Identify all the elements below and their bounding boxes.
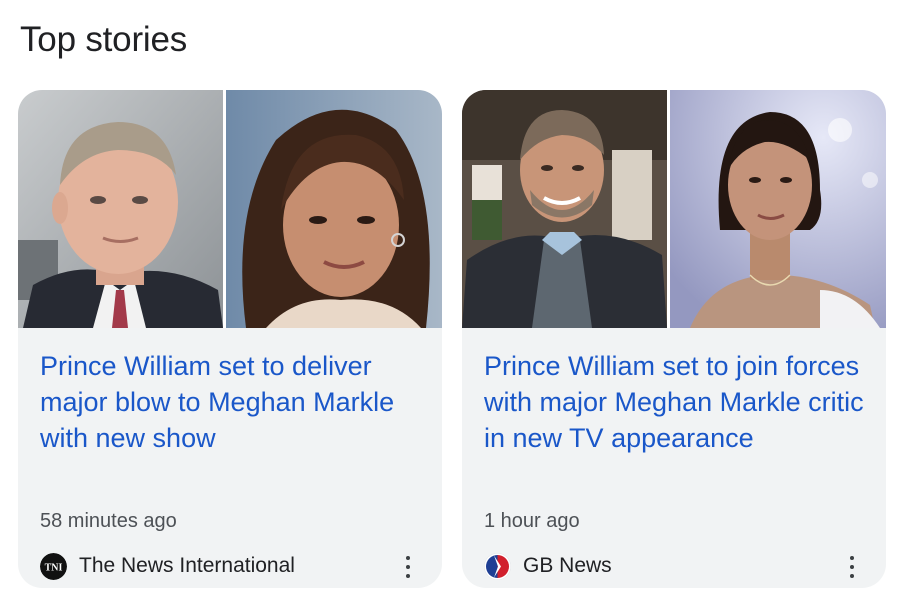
source-name: GB News <box>523 554 612 577</box>
photo-meghan-markle <box>223 90 442 328</box>
svg-text:TNI: TNI <box>45 562 63 573</box>
story-card-2[interactable]: Prince William set to join forces with m… <box>462 90 886 588</box>
photo-meghan-markle <box>667 90 886 328</box>
gb-news-logo <box>484 552 511 580</box>
story-headline[interactable]: Prince William set to join forces with m… <box>484 348 874 456</box>
photo-prince-william <box>18 90 223 328</box>
story-source[interactable]: TNI The News International <box>40 551 295 581</box>
story-timestamp: 58 minutes ago <box>40 510 177 532</box>
story-timestamp: 1 hour ago <box>484 510 580 532</box>
section-title: Top stories <box>20 20 188 59</box>
source-name: The News International <box>79 554 295 577</box>
story-thumbnail[interactable] <box>462 90 886 328</box>
more-vert-icon[interactable] <box>398 554 418 580</box>
story-thumbnail[interactable] <box>18 90 442 328</box>
photo-prince-william <box>462 90 667 328</box>
story-headline[interactable]: Prince William set to deliver major blow… <box>40 348 430 456</box>
story-source[interactable]: GB News <box>484 551 612 581</box>
story-card-1[interactable]: Prince William set to deliver major blow… <box>18 90 442 588</box>
the-news-international-logo: TNI <box>40 552 67 580</box>
more-vert-icon[interactable] <box>842 554 862 580</box>
